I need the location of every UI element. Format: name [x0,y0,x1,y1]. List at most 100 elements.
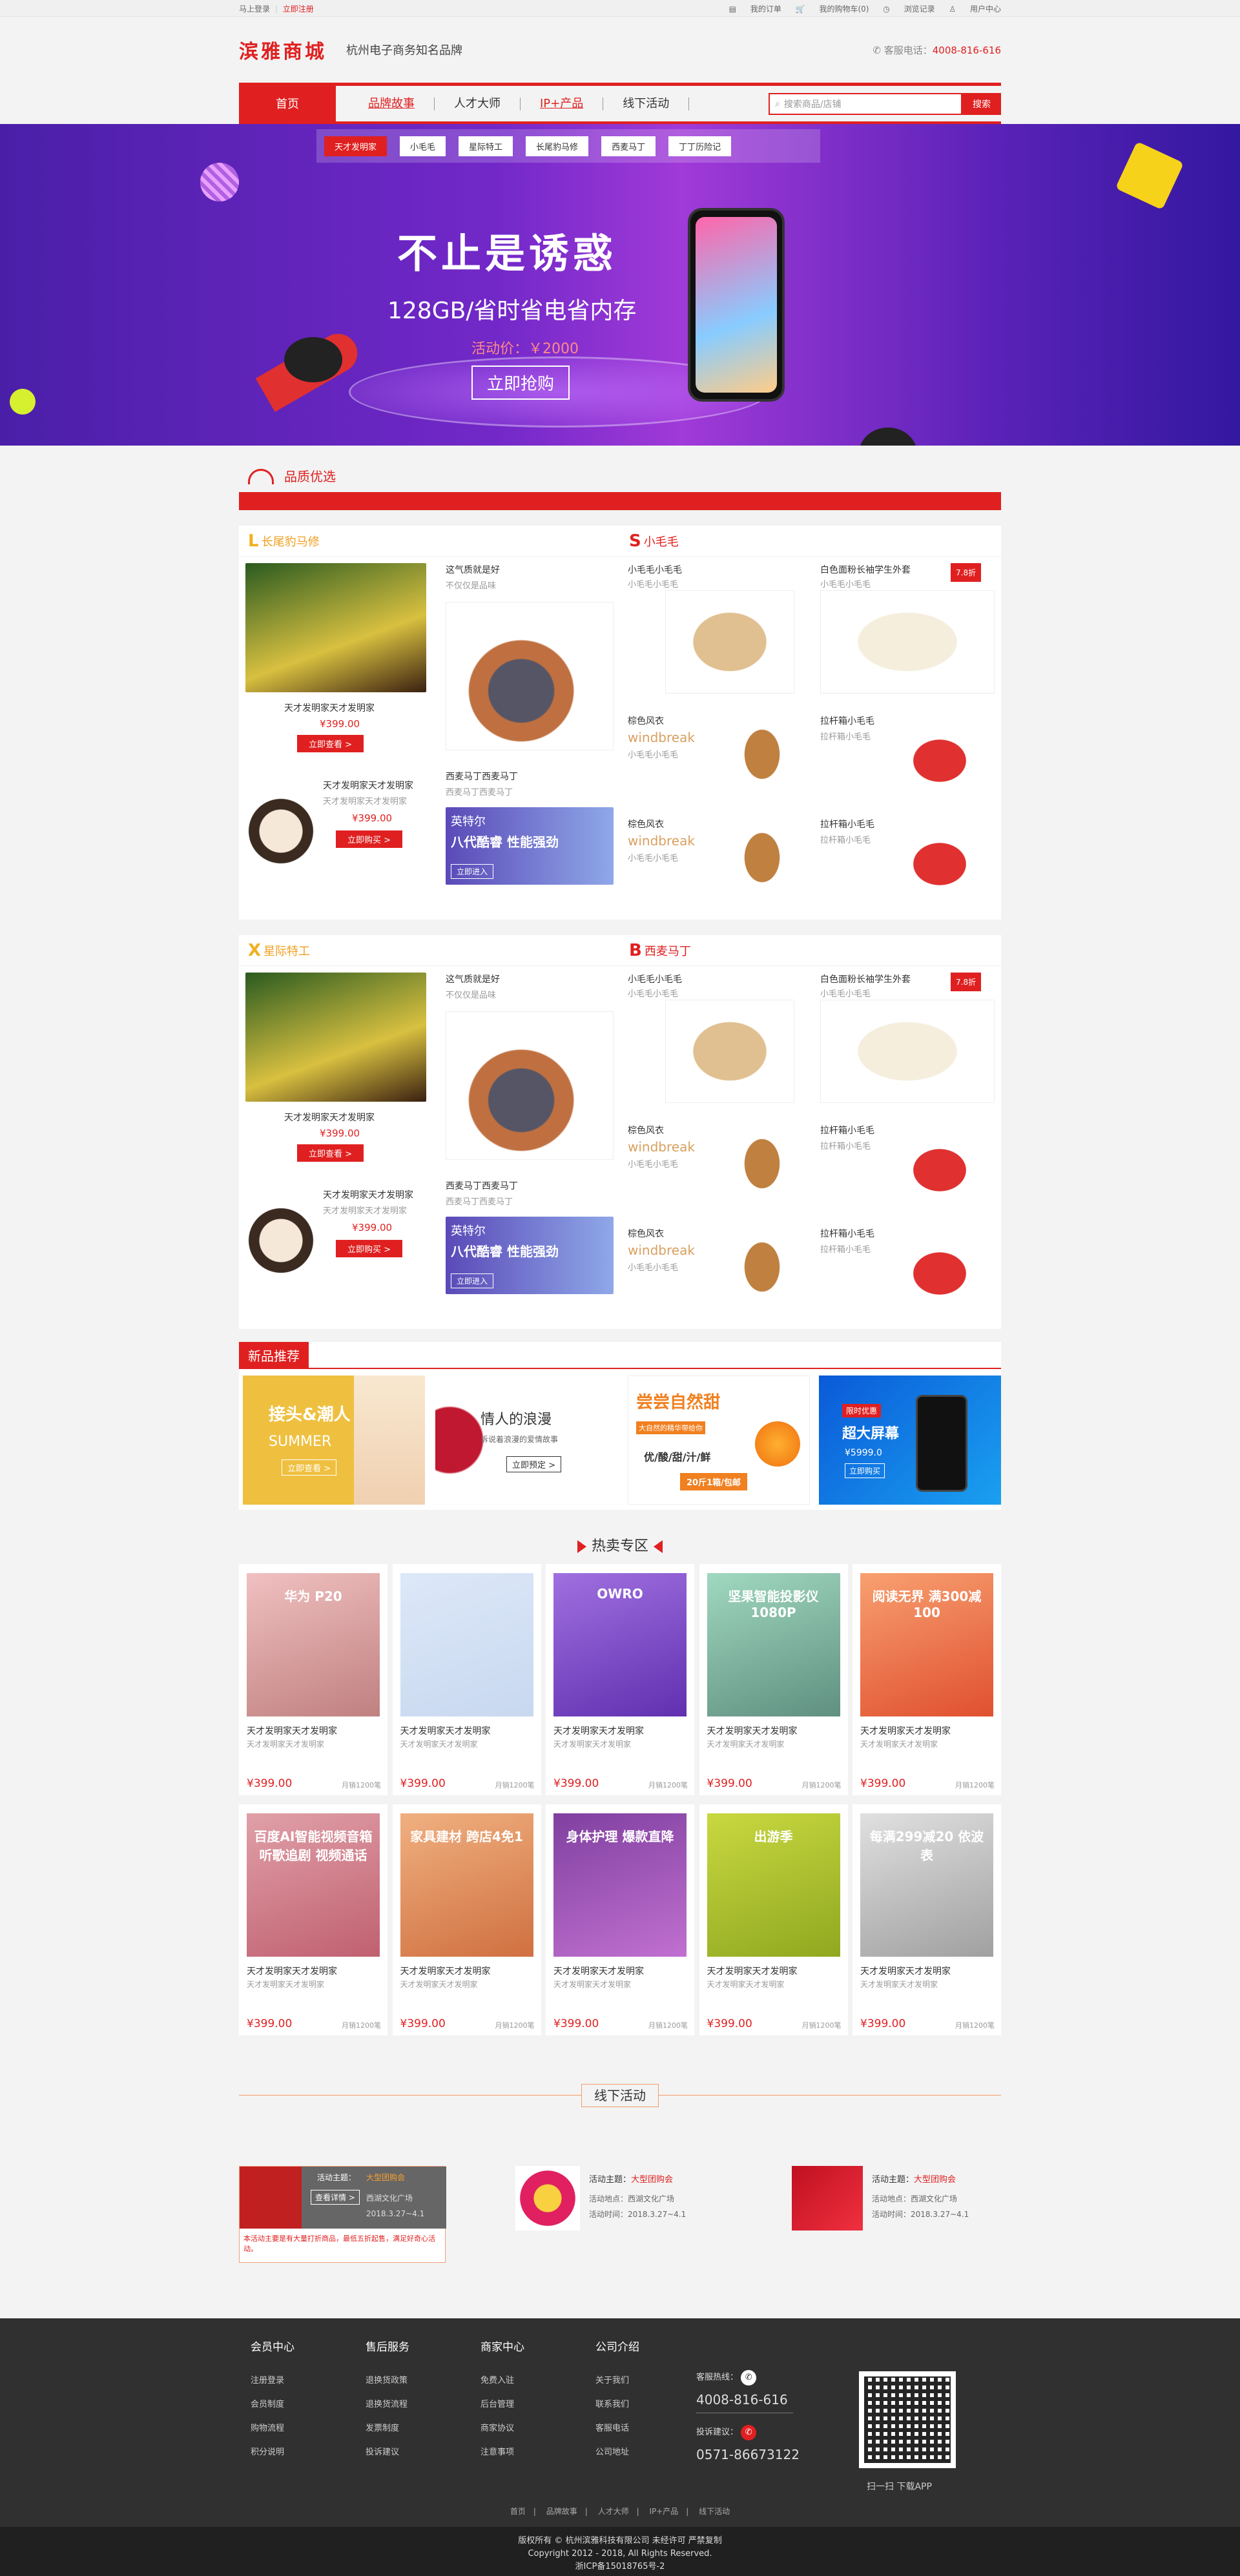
suitcase-image[interactable] [891,825,988,903]
watch-image[interactable] [245,770,316,892]
view-button[interactable]: 立即查看 > [297,1144,364,1162]
hot-item-image[interactable]: 家具建材 跨店4免1 [400,1813,533,1957]
bag-title[interactable]: 小毛毛小毛毛 [628,563,682,576]
hot-item-title[interactable]: 天才发明家天才发明家 [553,1724,644,1737]
orders-link[interactable]: ▤ 我的订单 [729,5,781,14]
banner-cta-button[interactable]: 立即抢购 [471,366,570,400]
footer-link[interactable]: 商家协议 [480,2421,524,2433]
hot-item[interactable]: 坚果智能投影仪 1080P 天才发明家天才发明家 天才发明家天才发明家 ¥399.00… [699,1564,848,1795]
watch-title[interactable]: 天才发明家天才发明家 [323,779,413,792]
suitcase-image[interactable] [891,1235,988,1312]
footer-link[interactable]: 退换货流程 [366,2397,409,2409]
footer-nav-link[interactable]: 品牌故事 [546,2507,577,2516]
footer-link[interactable]: 注意事项 [480,2445,524,2457]
hot-item[interactable]: 家具建材 跨店4免1 天才发明家天才发明家 天才发明家天才发明家 ¥399.00 月销1… [392,1804,541,2035]
offline-card[interactable]: 活动主题：大型团购会 活动地点：西湖文化广场 活动时间：2018.3.27~4.… [792,2166,1005,2250]
cart-link[interactable]: 🛒 我的购物车(0) [796,5,869,14]
offline-card[interactable]: 活动主题： 大型团购会 查看详情 > 西湖文化广场 2018.3.27~4.1 … [239,2166,446,2263]
suitcase-image[interactable] [891,722,988,799]
bag-image[interactable] [665,1000,794,1103]
shoe-image[interactable] [446,602,614,750]
hot-item-image[interactable]: 百度AI智能视频音箱 听歌追剧 视频通话 [247,1813,380,1957]
footer-link[interactable]: 投诉建议 [366,2445,409,2457]
search-button[interactable]: 搜索 [962,92,1001,115]
bag-image[interactable] [665,590,794,694]
footer-nav-link[interactable]: 线下活动 [699,2507,730,2516]
sweater-image[interactable] [820,1000,995,1103]
hot-item-image[interactable]: 华为 P20 [247,1573,380,1716]
hot-item[interactable]: 出游季 天才发明家天才发明家 天才发明家天才发明家 ¥399.00 月销1200笔 [699,1804,848,2035]
banner-tab[interactable]: 丁丁历险记 [668,136,732,156]
hot-item-image[interactable]: OWRO [553,1573,687,1716]
hot-item-image[interactable]: 每满299减20 依波表 [860,1813,993,1957]
footer-link[interactable]: 客服电话 [595,2421,639,2433]
phone-promo-buy-button[interactable]: 立即购买 [845,1463,885,1478]
footer-link[interactable]: 退换货政策 [366,2373,409,2385]
case-title[interactable]: 拉杆箱小毛毛 [820,818,874,830]
footer-link[interactable]: 积分说明 [251,2445,294,2457]
intel-enter-button[interactable]: 立即进入 [451,864,494,879]
nav-talent[interactable]: 人才大师 [435,97,521,110]
hot-item-title[interactable]: 天才发明家天才发明家 [860,1964,951,1977]
footer-link[interactable]: 注册登录 [251,2373,294,2385]
coat-image[interactable] [730,709,794,799]
hot-item-title[interactable]: 天才发明家天才发明家 [860,1724,951,1737]
sweater-title[interactable]: 白色面粉长袖学生外套 [820,973,911,985]
suitcase-image[interactable] [891,1131,988,1209]
new-banner-fruit[interactable]: 尝尝自然甜 大自然的精华带给你 优/酸/甜/汁/鲜 20斤1箱/包邮 [628,1376,810,1505]
nav-home[interactable]: 首页 [239,85,336,121]
shoe-title[interactable]: 这气质就是好 [446,973,500,985]
panel-name[interactable]: 小毛毛 [644,533,679,550]
footer-nav-link[interactable]: 首页 [510,2507,526,2516]
watch-image[interactable] [245,1179,316,1302]
search-input[interactable]: ⌕ 搜索商品/店铺 [769,92,962,115]
coat-title[interactable]: 棕色风衣 [628,714,664,727]
panel-name[interactable]: 长尾豹马修 [262,533,320,550]
footer-nav-link[interactable]: 人才大师 [598,2507,629,2516]
nav-brand-story[interactable]: 品牌故事 [349,97,435,110]
hot-item-title[interactable]: 天才发明家天才发明家 [400,1964,491,1977]
hot-item[interactable]: 百度AI智能视频音箱 听歌追剧 视频通话 天才发明家天才发明家 天才发明家天才发明家… [239,1804,388,2035]
coat-title[interactable]: 棕色风衣 [628,1227,664,1240]
new-banner-phone[interactable]: 限时优惠 超大屏幕 ¥5999.0 立即购买 [819,1376,1001,1505]
footer-link[interactable]: 免费入驻 [480,2373,524,2385]
buy-button[interactable]: 立即购买 > [336,830,403,848]
event-detail-button[interactable]: 查看详情 > [311,2190,360,2205]
hot-item-title[interactable]: 天才发明家天才发明家 [247,1724,337,1737]
new-banner-valentine[interactable]: 情人的浪漫 诉说着浪漫的爱情故事 立即预定 > [435,1376,617,1505]
hot-item[interactable]: OWRO 天才发明家天才发明家 天才发明家天才发明家 ¥399.00 月销1200笔 [546,1564,694,1795]
hot-item[interactable]: 身体护理 爆款直降 天才发明家天才发明家 天才发明家天才发明家 ¥399.00 月销12… [546,1804,694,2035]
hot-item-image[interactable]: 坚果智能投影仪 1080P [707,1573,840,1716]
footer-link[interactable]: 后台管理 [480,2397,524,2409]
hot-item-title[interactable]: 天才发明家天才发明家 [707,1964,798,1977]
hot-item[interactable]: 阅读无界 满300减100 天才发明家天才发明家 天才发明家天才发明家 ¥399.00… [852,1564,1001,1795]
case-title[interactable]: 拉杆箱小毛毛 [820,714,874,727]
intel-enter-button[interactable]: 立即进入 [451,1273,494,1288]
movie-poster-image[interactable] [245,973,426,1102]
shoe-title[interactable]: 这气质就是好 [446,563,500,576]
banner-tab[interactable]: 小毛毛 [400,136,446,156]
hero-banner[interactable]: 天才发明家 小毛毛 星际特工 长尾豹马修 西麦马丁 丁丁历险记 不止是诱惑 12… [0,124,1240,446]
coat-image[interactable] [730,1222,794,1312]
coat-image[interactable] [730,1118,794,1209]
summer-view-button[interactable]: 立即查看 > [282,1459,337,1476]
case-title[interactable]: 拉杆箱小毛毛 [820,1124,874,1137]
hot-item[interactable]: 每满299减20 依波表 天才发明家天才发明家 天才发明家天才发明家 ¥399.00 月… [852,1804,1001,2035]
hot-item-title[interactable]: 天才发明家天才发明家 [400,1724,491,1737]
site-logo[interactable]: 滨雅商城 [239,36,327,64]
nav-ip-products[interactable]: IP+产品 [521,97,604,110]
hot-item[interactable]: 华为 P20 天才发明家天才发明家 天才发明家天才发明家 ¥399.00 月销1200笔 [239,1564,388,1795]
banner-tab[interactable]: 星际特工 [459,136,513,156]
buy-button[interactable]: 立即购买 > [336,1240,403,1257]
qr-code[interactable] [859,2371,956,2468]
shoe-image[interactable] [446,1011,614,1160]
hot-item-image[interactable] [400,1573,533,1716]
sweater-image[interactable] [820,590,995,694]
watch-title[interactable]: 天才发明家天才发明家 [323,1188,413,1201]
intel-title[interactable]: 西麦马丁西麦马丁 [446,770,518,783]
hot-item-image[interactable]: 出游季 [707,1813,840,1957]
hot-item-title[interactable]: 天才发明家天才发明家 [247,1964,337,1977]
intel-title[interactable]: 西麦马丁西麦马丁 [446,1179,518,1192]
footer-link[interactable]: 会员制度 [251,2397,294,2409]
valentine-book-button[interactable]: 立即预定 > [506,1456,562,1472]
